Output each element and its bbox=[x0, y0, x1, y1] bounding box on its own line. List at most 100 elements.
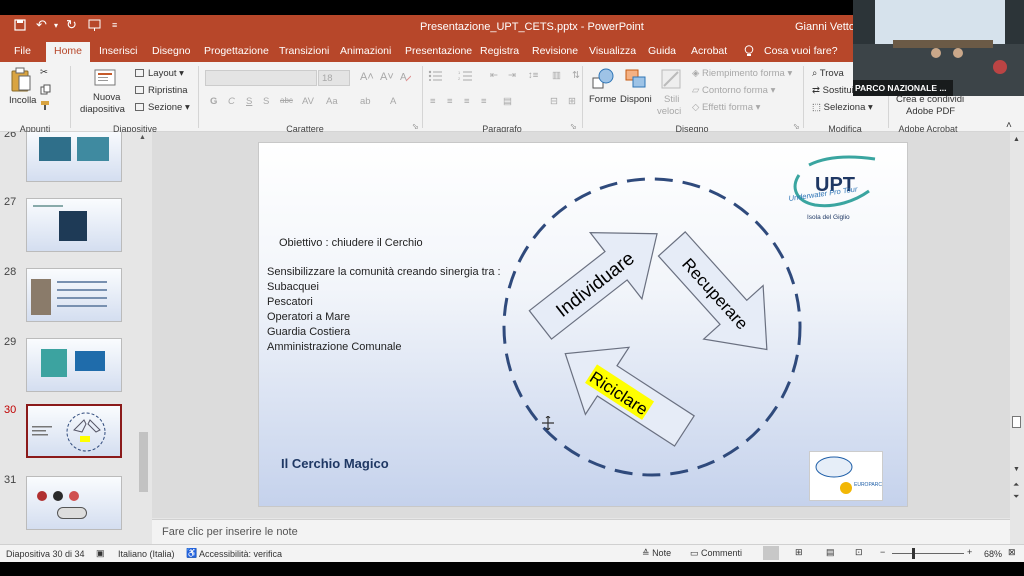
comments-button[interactable]: ▭ Commenti bbox=[690, 548, 742, 559]
customize-qat-icon[interactable]: ≡ bbox=[112, 20, 117, 30]
spelling-icon[interactable]: ▣ bbox=[96, 548, 105, 559]
strikethrough-button[interactable]: abc bbox=[280, 96, 293, 105]
line-spacing-icon[interactable]: ↕≡ bbox=[528, 70, 538, 81]
tab-insert[interactable]: Inserisci bbox=[99, 45, 138, 57]
zoom-level[interactable]: 68% bbox=[984, 549, 1002, 559]
tab-record[interactable]: Registra bbox=[480, 45, 519, 57]
decrease-font-icon[interactable]: A˅ bbox=[380, 71, 394, 83]
cut-icon[interactable]: ✂ bbox=[40, 67, 48, 78]
format-painter-icon[interactable] bbox=[40, 100, 51, 114]
slide-scrollbar[interactable]: ▲ ▼ ⏶ ⏷ bbox=[1010, 132, 1024, 544]
shape-fill-button[interactable]: ◈ Riempimento forma ▾ bbox=[692, 68, 792, 79]
next-slide-icon[interactable]: ⏷ bbox=[1013, 492, 1019, 502]
highlight-icon[interactable]: ab bbox=[360, 96, 371, 107]
slide-thumbnail-26[interactable] bbox=[26, 132, 122, 182]
accessibility-status[interactable]: Accessibilità: verifica bbox=[199, 549, 282, 559]
tab-slideshow[interactable]: Presentazione bbox=[405, 45, 472, 57]
shapes-button[interactable]: Forme bbox=[589, 94, 616, 105]
select-button[interactable]: ⬚ Seleziona ▾ bbox=[812, 102, 873, 113]
copy-icon[interactable] bbox=[40, 84, 51, 98]
zoom-slider[interactable] bbox=[892, 553, 964, 554]
notes-pane[interactable]: Fare clic per inserire le note bbox=[152, 519, 1010, 544]
previous-slide-icon[interactable]: ⏶ bbox=[1013, 480, 1019, 490]
slide-sorter-icon[interactable]: ⊞ bbox=[795, 547, 803, 558]
tab-animations[interactable]: Animazioni bbox=[340, 45, 391, 57]
change-case-icon[interactable]: Aa bbox=[326, 96, 338, 107]
char-spacing-icon[interactable]: AV bbox=[302, 96, 314, 107]
justify-icon[interactable]: ≡ bbox=[481, 96, 487, 107]
layout-button[interactable]: Layout ▾ bbox=[135, 68, 184, 79]
thumbnails-scrollbar[interactable]: ▲ bbox=[137, 132, 151, 544]
tab-design[interactable]: Progettazione bbox=[204, 45, 269, 57]
arrange-icon[interactable] bbox=[624, 68, 648, 93]
font-family-select[interactable] bbox=[205, 70, 317, 86]
shape-effects-button[interactable]: ◇ Effetti forma ▾ bbox=[692, 102, 760, 113]
tab-transitions[interactable]: Transizioni bbox=[279, 45, 329, 57]
new-slide-label-2[interactable]: diapositiva bbox=[80, 104, 125, 115]
fit-slide-icon[interactable]: ⊠ bbox=[1008, 547, 1016, 558]
scroll-up-icon[interactable]: ▲ bbox=[139, 134, 146, 141]
arrow-individuare[interactable]: Individuare bbox=[515, 201, 683, 358]
quick-styles-label-1[interactable]: Stili bbox=[664, 94, 679, 105]
italic-button[interactable]: C bbox=[228, 96, 235, 107]
scroll-up-icon[interactable]: ▲ bbox=[1013, 136, 1020, 143]
notes-placeholder[interactable]: Fare clic per inserire le note bbox=[162, 526, 298, 538]
new-slide-icon[interactable] bbox=[94, 67, 116, 92]
align-left-icon[interactable]: ≡ bbox=[430, 96, 436, 107]
undo-icon[interactable]: ↶ bbox=[36, 17, 47, 33]
arrange-button[interactable]: Disponi bbox=[620, 94, 652, 105]
tab-file[interactable]: File bbox=[14, 45, 31, 57]
section-button[interactable]: Sezione ▾ bbox=[135, 102, 190, 113]
zoom-out-icon[interactable]: − bbox=[880, 547, 885, 557]
text-direction-icon[interactable]: ⇅ bbox=[572, 70, 580, 81]
arrow-recuperare[interactable]: Recuperare bbox=[642, 217, 796, 376]
font-dialog-launcher-icon[interactable]: ⬂ bbox=[412, 122, 419, 131]
new-slide-label-1[interactable]: Nuova bbox=[93, 92, 120, 103]
tab-draw[interactable]: Disegno bbox=[152, 45, 191, 57]
notes-button[interactable]: ≙ Note bbox=[642, 548, 671, 559]
tab-help[interactable]: Guida bbox=[648, 45, 676, 57]
quick-styles-label-2[interactable]: veloci bbox=[657, 106, 681, 117]
find-button[interactable]: ⌕ Trova bbox=[812, 68, 844, 79]
shapes-icon[interactable] bbox=[591, 68, 615, 93]
accessibility-icon[interactable]: ♿ bbox=[186, 548, 197, 559]
font-size-select[interactable]: 18 bbox=[318, 70, 350, 86]
slide-thumbnail-29[interactable] bbox=[26, 338, 122, 392]
slide-30[interactable]: UPT Underwater Pro Tour Isola del Giglio… bbox=[258, 142, 908, 507]
reading-view-icon[interactable]: ▤ bbox=[826, 547, 835, 558]
undo-dropdown-icon[interactable]: ▾ bbox=[54, 21, 58, 30]
smartart-icon[interactable]: ⊞ bbox=[568, 96, 576, 107]
columns-icon[interactable]: ▤ bbox=[503, 96, 512, 107]
save-icon[interactable] bbox=[14, 19, 26, 34]
collapse-ribbon-icon[interactable]: ˄ bbox=[1006, 120, 1012, 131]
paste-button[interactable]: Incolla bbox=[9, 95, 36, 106]
scroll-thumb[interactable] bbox=[1012, 416, 1021, 428]
font-color-icon[interactable]: A bbox=[390, 96, 396, 107]
slide-thumbnail-27[interactable] bbox=[26, 198, 122, 252]
normal-view-icon[interactable] bbox=[763, 546, 779, 560]
underline-button[interactable]: S bbox=[246, 96, 252, 107]
tab-view[interactable]: Visualizza bbox=[589, 45, 636, 57]
create-pdf-label-2[interactable]: Adobe PDF bbox=[906, 106, 955, 117]
redo-icon[interactable]: ↻ bbox=[66, 17, 77, 33]
slide-thumbnail-31[interactable] bbox=[26, 476, 122, 530]
slideshow-view-icon[interactable]: ⊡ bbox=[855, 547, 863, 558]
replace-button[interactable]: ⇄ Sostitui bbox=[812, 85, 854, 96]
bold-button[interactable]: G bbox=[210, 96, 217, 107]
tell-me-search[interactable]: Cosa vuoi fare? bbox=[764, 45, 838, 57]
zoom-slider-thumb[interactable] bbox=[912, 548, 915, 559]
text-columns-icon[interactable]: ▥ bbox=[552, 70, 561, 81]
slide-thumbnail-28[interactable] bbox=[26, 268, 122, 322]
start-slideshow-icon[interactable] bbox=[88, 19, 101, 34]
align-text-icon[interactable]: ⊟ bbox=[550, 96, 558, 107]
reset-button[interactable]: Ripristina bbox=[135, 85, 188, 96]
scroll-thumb[interactable] bbox=[139, 432, 148, 492]
increase-font-icon[interactable]: A˄ bbox=[360, 71, 374, 83]
zoom-in-icon[interactable]: + bbox=[967, 547, 972, 557]
tab-acrobat[interactable]: Acrobat bbox=[691, 45, 727, 57]
slide-thumbnail-30-selected[interactable] bbox=[26, 404, 122, 458]
increase-indent-icon[interactable]: ⇥ bbox=[508, 70, 516, 81]
align-center-icon[interactable]: ≡ bbox=[447, 96, 453, 107]
clear-format-icon[interactable]: A bbox=[400, 71, 412, 85]
quick-styles-icon[interactable] bbox=[660, 68, 682, 93]
